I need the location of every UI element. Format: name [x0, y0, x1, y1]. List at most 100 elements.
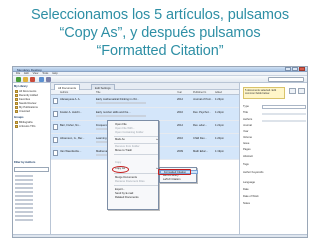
field-label-date-of-work: Date of Work [243, 195, 259, 198]
filter-list-entry[interactable] [15, 183, 33, 185]
details-panel: 5 documents selected. Edit common fields… [239, 83, 307, 237]
field-label-title: Title [243, 111, 248, 114]
menu-item-open-containing-folder[interactable]: Open Containing Folder [108, 131, 160, 135]
column-added[interactable]: Added [215, 91, 222, 94]
field-value-line[interactable] [262, 113, 306, 115]
filter-list-entry[interactable] [15, 199, 33, 201]
folder-icon [15, 106, 18, 109]
cell-journal: Child Dev... [193, 137, 207, 140]
field-label-volume: Volume [243, 136, 252, 139]
remove-icon[interactable] [30, 77, 35, 82]
mendeley-screenshot: Mendeley Desktop File Edit View Tools He… [12, 66, 308, 238]
minimize-button[interactable] [285, 67, 291, 71]
menu-item-rename-document-files[interactable]: Rename Document Files [108, 180, 160, 184]
filter-list-entry[interactable] [15, 215, 33, 217]
menu-item-related-documents[interactable]: Related Documents [108, 196, 160, 200]
field-label-journal: Journal [243, 124, 252, 127]
field-label-issue: Issue [243, 142, 250, 145]
review-icon [15, 102, 18, 105]
cell-author: Fowler A. Hutchi... [60, 111, 82, 114]
cell-title: Early number skills and the... [96, 111, 131, 114]
slide-title-line-2: “Copy As”, y después pulsamos [59, 25, 261, 41]
menu-edit[interactable]: Edit [24, 72, 28, 75]
add-documents-icon[interactable] [16, 77, 21, 82]
cell-author: Van Weerdenbu... [60, 150, 82, 153]
field-label-notes: Notes [243, 202, 251, 205]
context-menu: Open File Open File With... Open Contain… [107, 120, 159, 210]
column-authors[interactable]: Authors [60, 91, 68, 94]
menu-help[interactable]: Help [52, 72, 57, 75]
sync-icon[interactable] [46, 77, 51, 82]
menu-item-copy[interactable]: Copy [108, 161, 160, 165]
slide-title-line-3: “Formatted Citation” [96, 43, 224, 59]
column-title[interactable]: Title [96, 91, 100, 94]
field-label-tags: Tags [243, 163, 249, 166]
field-value-line[interactable] [262, 120, 306, 122]
search-input[interactable] [268, 77, 304, 82]
filter-list-entry[interactable] [15, 191, 33, 193]
filter-select[interactable] [14, 167, 49, 172]
cell-added: 1:22pm [215, 111, 224, 114]
copy-as-highlight-circle [112, 166, 129, 173]
close-button[interactable] [299, 67, 305, 71]
table-row[interactable]: Afanasyeva A. A. Early mathematical thin… [51, 95, 239, 108]
cell-year: 2012 [177, 124, 183, 127]
type-select[interactable] [262, 105, 306, 109]
menu-item-move-to-trash[interactable]: Move to Trash [108, 149, 160, 153]
maximize-button[interactable] [292, 67, 298, 71]
filter-list-entry[interactable] [15, 195, 33, 197]
folder-icon[interactable] [23, 77, 28, 82]
slide-title: Seleccionamos los 5 artículos, pulsamos … [0, 6, 320, 60]
cell-year: 2010 [177, 137, 183, 140]
notes-tab-button[interactable] [298, 88, 305, 94]
menu-file[interactable]: File [16, 72, 20, 75]
document-icon [53, 124, 58, 130]
filter-list-entry[interactable] [15, 207, 33, 209]
column-published-in[interactable]: Published In [193, 91, 206, 94]
filter-list-entry[interactable] [15, 219, 33, 221]
sidebar-item-group-2[interactable]: Artículos TFG [15, 125, 36, 129]
cell-title: Early mathematical thinking in chil... [96, 98, 139, 101]
sidebar-heading-filter: Filter by Authors [14, 161, 36, 164]
star-icon [15, 98, 18, 101]
details-tab-button[interactable] [289, 88, 296, 94]
cell-author: Abramson, G., Ber... [60, 137, 85, 140]
formatted-citation-highlight-box [158, 169, 191, 175]
cell-journal: Math Educ... [193, 150, 209, 153]
field-label-abstract: Abstract [243, 155, 253, 158]
column-year[interactable]: Year [177, 91, 182, 94]
menu-tools[interactable]: Tools [42, 72, 48, 75]
filter-list-entry[interactable] [15, 203, 33, 205]
field-label-date: Date [243, 188, 249, 191]
cell-subtitle-line [96, 102, 146, 104]
field-label-type: Type [243, 105, 249, 108]
document-icon [53, 98, 58, 104]
filter-list-entry[interactable] [15, 187, 33, 189]
cell-added: 1:20pm [215, 137, 224, 140]
field-label-author-keywords: Author Keywords [243, 171, 264, 174]
cell-year: 2012 [177, 98, 183, 101]
filter-list-entry[interactable] [15, 175, 33, 177]
menu-separator [114, 136, 158, 137]
cell-journal: Journal of Ped... [193, 98, 213, 101]
status-bar [13, 234, 307, 237]
cell-year: 2009 [177, 150, 183, 153]
folder-icon [15, 110, 18, 113]
menu-view[interactable]: View [33, 72, 39, 75]
cell-subtitle-line [96, 115, 146, 117]
submenu-item-latex-citation[interactable]: LaTeX Citation [160, 178, 198, 182]
cell-journal: Rev. educ... [193, 124, 208, 127]
sidebar: My Library All Documents Recently Added … [13, 83, 51, 237]
cell-added: 1:21pm [215, 124, 224, 127]
tab-strip: All Documents Edit Settings [51, 83, 239, 90]
filter-list-entry[interactable] [15, 179, 33, 181]
cell-year: 2010 [177, 111, 183, 114]
cell-journal: Dev. Psychol... [193, 111, 211, 114]
cell-added: 1:19pm [215, 150, 224, 153]
menu-item-mark-as[interactable]: Mark As ▸ [108, 138, 160, 142]
document-icon [53, 111, 58, 117]
folder-icon [15, 90, 18, 93]
sidebar-item-unsorted[interactable]: Unsorted [15, 110, 30, 114]
share-icon[interactable] [39, 77, 44, 82]
filter-list-entry[interactable] [15, 211, 33, 213]
